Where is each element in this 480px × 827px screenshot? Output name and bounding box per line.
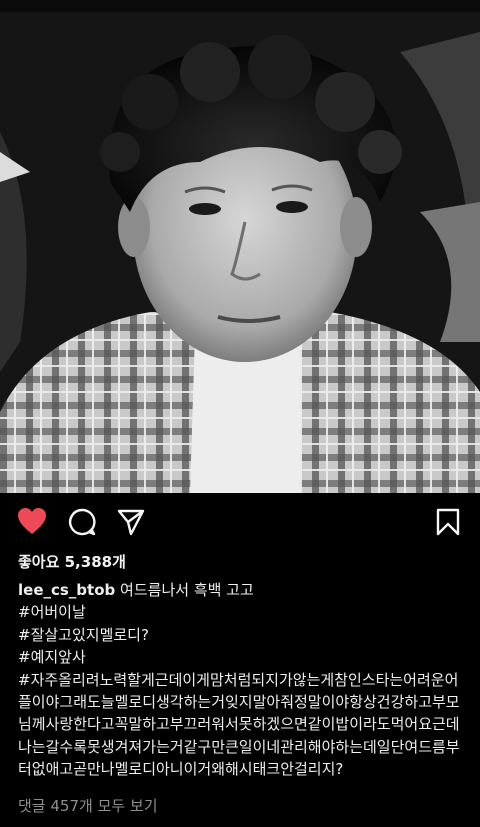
post-photo[interactable] <box>0 12 480 493</box>
view-comments-link[interactable]: 댓글 457개 모두 보기 <box>18 795 158 816</box>
like-count[interactable]: 좋아요 5,388개 <box>18 551 126 572</box>
bookmark-icon[interactable] <box>436 508 460 540</box>
post-caption: lee_cs_btob 여드름나서 흑백 고고 #어버이날 #잘살고있지멜로디?… <box>18 579 464 781</box>
post-action-bar <box>0 505 480 541</box>
caption-text: 여드름나서 흑백 고고 <box>120 581 254 599</box>
username[interactable]: lee_cs_btob <box>18 581 115 599</box>
heart-filled-icon[interactable] <box>17 507 47 539</box>
hashtag[interactable]: #잘살고있지멜로디? <box>18 624 464 646</box>
long-hashtag[interactable]: #자주올리려노력할게근데이게맘처럼되지가않는게참인스타는어려운어플이야그래도늘멜… <box>18 669 464 781</box>
hashtag[interactable]: #예지앞사 <box>18 646 464 668</box>
caption-first-line: lee_cs_btob 여드름나서 흑백 고고 <box>18 579 464 601</box>
speech-bubble-icon[interactable] <box>68 508 96 540</box>
status-bar-strip <box>0 0 480 12</box>
hashtag[interactable]: #어버이날 <box>18 601 464 623</box>
portrait-image <box>0 12 480 493</box>
paper-plane-icon[interactable] <box>117 508 145 540</box>
